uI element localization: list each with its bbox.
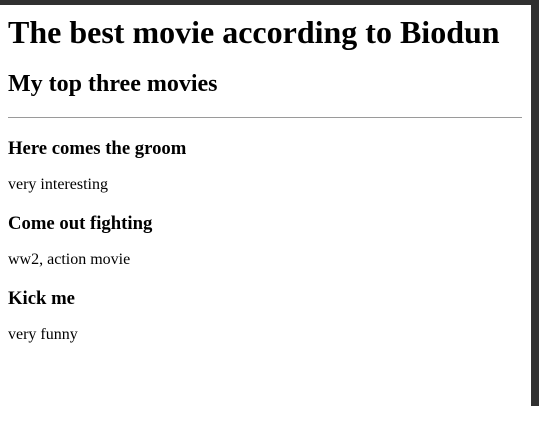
vertical-scrollbar[interactable] — [531, 0, 539, 406]
page-title: The best movie according to Biodun — [8, 14, 500, 50]
movie-title: Come out fighting — [8, 213, 153, 234]
movie-list: Here comes the groom very interesting Co… — [8, 138, 523, 344]
movie-description: very funny — [8, 326, 78, 343]
page-subtitle: My top three movies — [8, 71, 218, 97]
movie-item: Kick me very funny — [8, 288, 523, 344]
movie-item: Here comes the groom very interesting — [8, 138, 523, 194]
movie-description: very interesting — [8, 176, 108, 193]
movie-item: Come out fighting ww2, action movie — [8, 213, 523, 269]
section-divider — [8, 117, 522, 118]
movie-title: Here comes the groom — [8, 138, 187, 159]
movie-description: ww2, action movie — [8, 251, 131, 268]
movie-title: Kick me — [8, 288, 75, 309]
page-content: The best movie according to Biodun My to… — [8, 5, 523, 344]
